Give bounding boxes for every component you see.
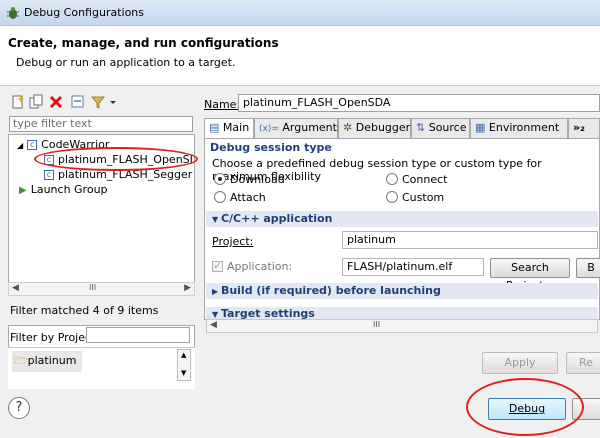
custom-radio[interactable] xyxy=(386,191,398,203)
expand-arrow-icon: ▼ xyxy=(212,215,221,224)
panel-horizontal-scrollbar[interactable]: ◀ III xyxy=(206,319,598,333)
connect-radio-label: Connect xyxy=(402,173,448,186)
attach-radio[interactable] xyxy=(214,191,226,203)
attach-radio-label: Attach xyxy=(230,191,266,204)
title-bar: Debug Configurations xyxy=(0,0,600,26)
expand-arrow-icon: ▼ xyxy=(212,310,221,319)
project-item-platinum[interactable]: 🗁platinum xyxy=(12,351,83,372)
tab-overflow[interactable]: »₂ xyxy=(568,118,600,138)
tree-horizontal-scrollbar[interactable]: ◀ III ▶ xyxy=(8,282,195,296)
tree-item-launch-group[interactable]: ▶ Launch Group xyxy=(19,183,108,197)
tab-environment[interactable]: ▦ Environment xyxy=(470,118,568,138)
application-label: Application: xyxy=(227,260,293,273)
cc-application-section[interactable]: ▼ C/C++ application xyxy=(206,211,598,227)
window-title: Debug Configurations xyxy=(24,6,145,19)
name-input[interactable]: platinum_FLASH_OpenSDA xyxy=(238,94,600,112)
custom-radio-label: Custom xyxy=(402,191,445,204)
config-tabs: ▤ Main (x)= Arguments ✲ Debugger ⇅ Sourc… xyxy=(204,118,600,138)
target-settings-section[interactable]: ▼ Target settings xyxy=(206,307,598,319)
environment-icon: ▦ xyxy=(475,121,486,134)
application-field[interactable]: FLASH/platinum.elf xyxy=(342,258,484,276)
application-checkbox[interactable]: ✓ xyxy=(212,261,223,272)
filter-by-project-input[interactable] xyxy=(86,327,190,343)
debug-bug-icon xyxy=(6,6,20,20)
filter-icon[interactable] xyxy=(90,94,106,110)
project-list-scrollbar[interactable]: ▲ ▼ xyxy=(177,349,191,381)
tab-main[interactable]: ▤ Main xyxy=(204,118,254,138)
tab-source[interactable]: ⇅ Source xyxy=(411,118,470,138)
tab-debugger[interactable]: ✲ Debugger xyxy=(338,118,411,138)
expand-arrow-icon[interactable]: ◢ xyxy=(17,141,23,150)
browse-button[interactable]: B xyxy=(576,258,600,278)
project-field[interactable]: platinum xyxy=(342,231,598,249)
config-icon: c xyxy=(44,155,54,165)
collapsed-arrow-icon: ▶ xyxy=(212,287,221,296)
delete-icon[interactable] xyxy=(48,94,64,110)
download-radio[interactable] xyxy=(214,173,226,185)
dialog-header: Create, manage, and run configurations D… xyxy=(0,26,600,86)
close-button[interactable] xyxy=(572,398,600,420)
tree-item-platinum-flash-segger[interactable]: c platinum_FLASH_Segger J-L xyxy=(44,168,194,182)
filter-input[interactable]: type filter text xyxy=(9,116,193,132)
connect-radio[interactable] xyxy=(386,173,398,185)
launch-group-icon: ▶ xyxy=(19,185,27,196)
debugger-icon: ✲ xyxy=(343,121,353,134)
search-project-button[interactable]: Search Project... xyxy=(490,258,570,292)
new-config-icon[interactable] xyxy=(10,94,26,110)
session-type-title: Debug session type xyxy=(210,141,332,154)
folder-icon: 🗁 xyxy=(14,354,28,367)
arguments-icon: (x)= xyxy=(259,124,279,134)
config-icon: c xyxy=(44,170,54,180)
tree-item-platinum-flash-opensda[interactable]: c platinum_FLASH_OpenSDA xyxy=(44,153,194,167)
header-subtitle: Debug or run an application to a target. xyxy=(16,56,236,69)
project-label: Project: xyxy=(212,235,254,248)
tab-arguments[interactable]: (x)= Arguments xyxy=(254,118,343,138)
help-icon[interactable]: ? xyxy=(8,397,30,419)
revert-button[interactable]: Re xyxy=(566,352,600,374)
codewarrior-icon: c xyxy=(27,140,38,150)
source-icon: ⇅ xyxy=(416,121,426,134)
build-section[interactable]: ▶ Build (if required) before launching xyxy=(206,283,598,299)
apply-button[interactable]: Apply xyxy=(482,352,558,374)
filter-match-text: Filter matched 4 of 9 items xyxy=(10,304,159,317)
main-tab-icon: ▤ xyxy=(209,121,220,134)
config-toolbar xyxy=(8,94,198,110)
debug-button[interactable]: Debug xyxy=(488,398,566,420)
config-tree: ◢ c CodeWarrior c platinum_FLASH_OpenSDA cp… xyxy=(8,134,195,296)
header-title: Create, manage, and run configurations xyxy=(8,36,279,50)
collapse-all-icon[interactable] xyxy=(70,94,86,110)
chevron-down-icon[interactable] xyxy=(108,94,118,110)
download-radio-label: Download xyxy=(230,173,285,186)
name-label: Name: xyxy=(204,98,241,111)
duplicate-icon[interactable] xyxy=(28,94,44,110)
tree-item-codewarrior[interactable]: ◢ c CodeWarrior xyxy=(17,138,109,152)
